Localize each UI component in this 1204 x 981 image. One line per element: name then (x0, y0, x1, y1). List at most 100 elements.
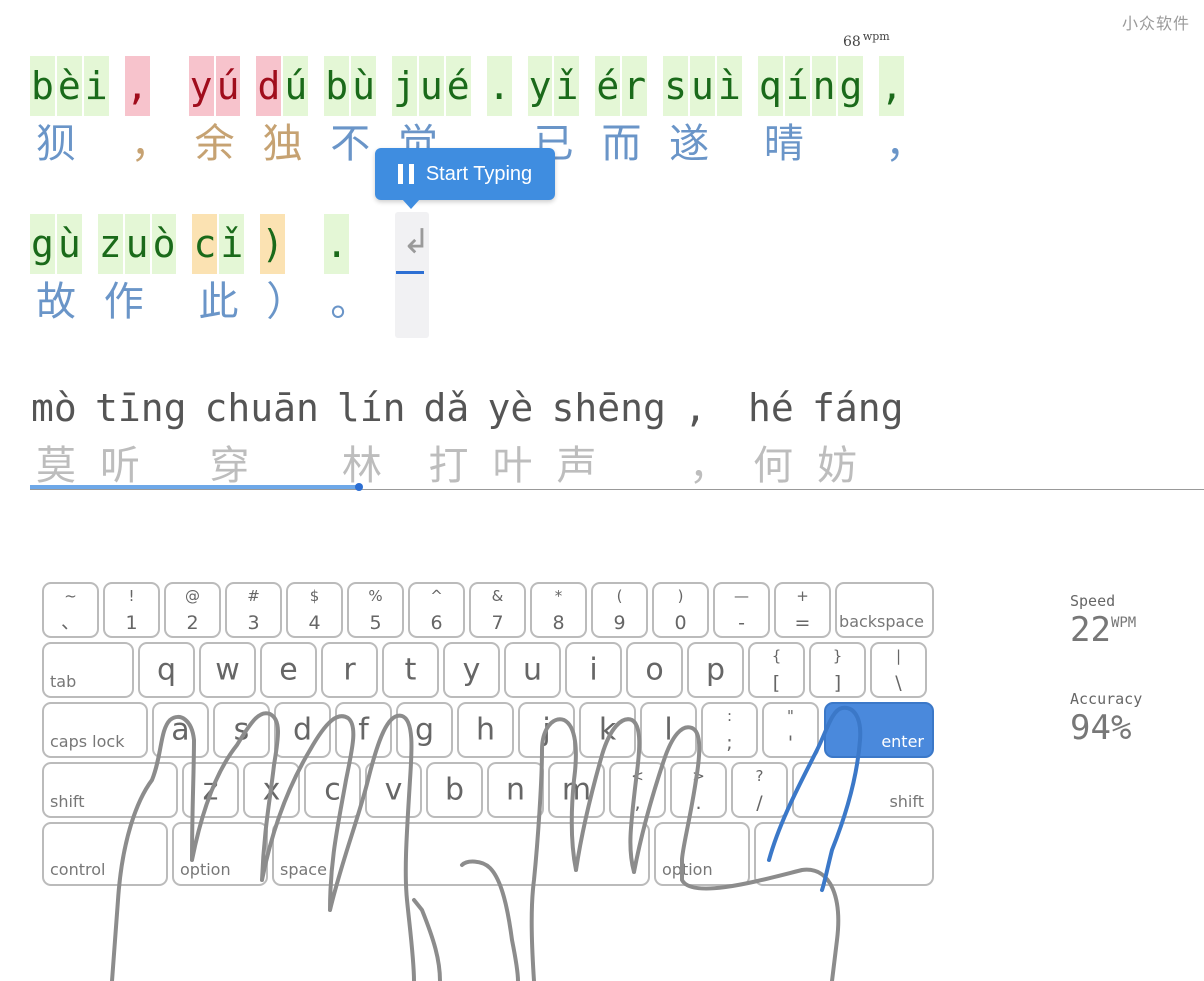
word-cell: yè 叶 (487, 378, 537, 494)
hanzi-char: 妨 (816, 443, 861, 489)
pinyin-char: u (124, 214, 150, 274)
speed-unit: WPM (1110, 615, 1137, 631)
pinyin-word: gù (30, 214, 84, 274)
progress-dot (355, 483, 363, 491)
word-cell: dǎ 打 (423, 378, 473, 494)
pinyin-word: mò (30, 378, 80, 438)
word-cell: chuān 穿 (204, 378, 322, 494)
pinyin-word: lín (336, 378, 409, 438)
live-wpm-unit: wpm (862, 30, 890, 43)
pinyin-char: fáng (811, 386, 904, 430)
pinyin-char: y (188, 56, 214, 116)
accuracy-stat: Accuracy 94% (1070, 690, 1142, 748)
word-cell: cǐ 此 (192, 214, 246, 330)
word-cell: zuò作 (97, 214, 179, 330)
pinyin-char: n (811, 56, 837, 116)
right-thumb-outline (460, 859, 520, 981)
hanzi-char: 独 (262, 121, 307, 167)
pinyin-char: shēng (551, 386, 666, 430)
word-cell: gù 故 (30, 214, 84, 330)
start-typing-label: Start Typing (425, 162, 533, 185)
pinyin-char: dǎ (423, 386, 470, 430)
pinyin-char: s (663, 56, 689, 116)
hanzi-char: ） (266, 279, 311, 325)
pinyin-char: è (56, 56, 82, 116)
pinyin-char: ú (283, 56, 309, 116)
text-cursor (396, 271, 424, 274)
text-line-2: g ù 故 z u ò 作 c ǐ 此)）.。 (30, 214, 374, 330)
hanzi-char: 打 (428, 443, 473, 489)
pinyin-word: bù (324, 56, 378, 116)
word-cell: .。 (324, 214, 374, 330)
hanzi-char: ， (885, 121, 930, 167)
hanzi-char: 而 (601, 121, 646, 167)
word-cell: mò 莫 (30, 378, 80, 494)
accuracy-label: Accuracy (1070, 690, 1143, 708)
pinyin-char: í (784, 56, 810, 116)
pinyin-char: tīng (95, 386, 187, 430)
right-pinky-highlight (767, 705, 863, 892)
pinyin-char: ù (351, 56, 377, 116)
pinyin-char: mò (31, 386, 77, 430)
pinyin-word: fáng (811, 378, 907, 438)
pinyin-char: y (527, 56, 553, 116)
word-cell: tīng 听 (94, 378, 190, 494)
pinyin-word: . (324, 214, 351, 274)
pinyin-word: hé (747, 378, 797, 438)
word-cell: hé 何 (747, 378, 797, 494)
hanzi-char: 声 (556, 443, 601, 489)
pinyin-char: yè (487, 386, 534, 430)
pinyin-word: shēng (551, 378, 669, 438)
hands-illustration (110, 705, 863, 981)
pinyin-char: i (83, 56, 109, 116)
word-cell: lín 林 (336, 378, 409, 494)
pinyin-char: b (30, 56, 55, 116)
pinyin-char: ù (56, 214, 82, 274)
pinyin-word: jué (392, 56, 473, 116)
pinyin-char: ò (151, 214, 177, 274)
word-cell: ,， (683, 378, 733, 494)
pinyin-char: r (622, 56, 648, 116)
pinyin-char: u (418, 56, 444, 116)
start-typing-button[interactable]: Start Typing (375, 148, 555, 200)
hanzi-char: 晴 (763, 121, 808, 167)
hanzi-char: 此 (198, 279, 243, 325)
hanzi-char: 余 (194, 121, 239, 167)
word-cell: fáng 妨 (811, 378, 907, 494)
watermark: 小众软件 (1121, 14, 1190, 33)
pinyin-char: ì (716, 56, 742, 116)
hanzi-char: ， (688, 443, 733, 489)
pinyin-char: u (690, 56, 715, 116)
progress-fill (30, 485, 359, 489)
pinyin-char: é (445, 56, 471, 116)
pinyin-char: . (324, 214, 350, 274)
pinyin-char: ǐ (554, 56, 580, 116)
pinyin-word: , (879, 56, 906, 116)
pinyin-char: b (324, 56, 350, 116)
start-button-arrow (402, 199, 420, 209)
pinyin-char: d (256, 56, 282, 116)
left-hand-outline (110, 711, 416, 981)
hanzi-char: ， (130, 121, 175, 167)
pinyin-word: tīng (94, 378, 190, 438)
hanzi-char: 作 (103, 279, 148, 325)
word-cell: yú余 (188, 56, 243, 172)
hanzi-char: 狈 (36, 121, 80, 167)
pinyin-word: suì (663, 56, 744, 116)
hanzi-char: 故 (36, 279, 80, 325)
speed-value: 22 (1070, 610, 1111, 650)
enter-icon: ↲ (402, 222, 431, 262)
pinyin-word: dú (256, 56, 310, 116)
pinyin-word: cǐ (192, 214, 246, 274)
pinyin-word: qíng (757, 56, 866, 116)
pinyin-char: z (97, 214, 123, 274)
pinyin-char: ú (215, 56, 241, 116)
pinyin-char: ǐ (219, 214, 245, 274)
pinyin-word: bèi (30, 56, 111, 116)
word-cell: suì遂 (663, 56, 744, 172)
word-cell: bèi狈 (30, 56, 111, 172)
progress-track (30, 489, 1204, 490)
pinyin-word: yǐ (527, 56, 582, 116)
word-cell: dú独 (256, 56, 310, 172)
pinyin-word: yè (487, 378, 537, 438)
